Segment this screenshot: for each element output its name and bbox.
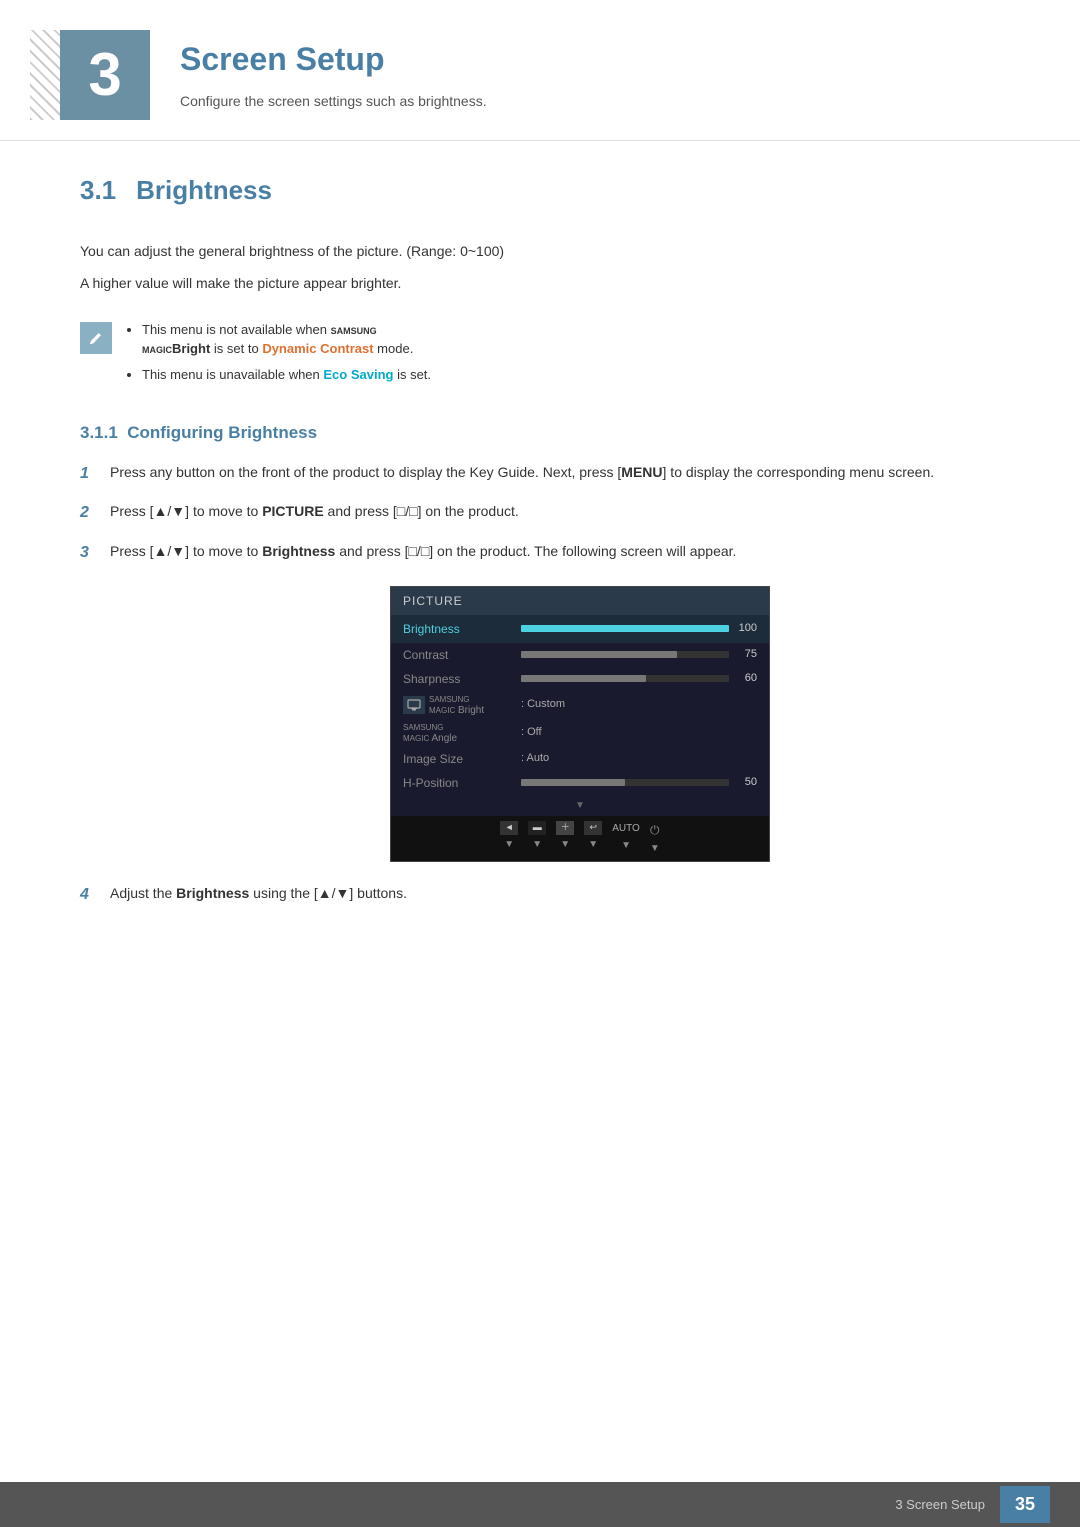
chapter-number: 3 — [88, 45, 121, 105]
section-31-desc2: A higher value will make the picture app… — [80, 272, 1000, 294]
monitor-icon — [407, 698, 421, 712]
menu-row-image-size: Image Size : Auto — [391, 747, 769, 771]
power-icon: ⏻ — [650, 821, 660, 839]
steps-list: 1 Press any button on the front of the p… — [80, 461, 1000, 566]
menu-label-sharpness: Sharpness — [403, 670, 513, 688]
step-4: 4 Adjust the Brightness using the [▲/▼] … — [80, 882, 1000, 908]
menu-bar-num-h-position: 50 — [735, 774, 757, 791]
step-2-text: Press [▲/▼] to move to PICTURE and press… — [110, 500, 1000, 522]
menu-label-magic-bright: SAMSUNGMAGIC Bright — [429, 694, 484, 716]
subsection-311-label: Configuring Brightness — [127, 423, 317, 442]
note-item-2: This menu is unavailable when Eco Saving… — [142, 365, 431, 385]
chapter-number-box: 3 — [60, 30, 150, 120]
step-1-num: 1 — [80, 461, 98, 487]
footer-page-number: 35 — [1000, 1486, 1050, 1523]
menu-bar-bg-contrast — [521, 651, 729, 658]
menu-label-contrast: Contrast — [403, 646, 513, 664]
menu-bar-bg-sharpness — [521, 675, 729, 682]
step-2-num: 2 — [80, 500, 98, 526]
btn-icon-plus: ＋ — [556, 821, 574, 835]
note-box: This menu is not available when SAMSUNGM… — [80, 315, 1000, 396]
note-item-1: This menu is not available when SAMSUNGM… — [142, 320, 431, 359]
btn-label-enter: ▼ — [588, 837, 598, 852]
btn-label-plus: ▼ — [560, 837, 570, 852]
footer-btn-plus: ＋ ▼ — [556, 821, 574, 856]
power-arrow: ▼ — [650, 841, 660, 856]
step-4-num: 4 — [80, 882, 98, 908]
section-31-desc1: You can adjust the general brightness of… — [80, 240, 1000, 262]
menu-bar-num-brightness: 100 — [735, 620, 757, 637]
menu-bar-fill-h-position — [521, 779, 625, 786]
menu-bar-num-contrast: 75 — [735, 646, 757, 663]
picture-menu-header: PICTURE — [391, 587, 769, 615]
menu-row-brightness: Brightness 100 — [391, 615, 769, 643]
chapter-subtitle: Configure the screen settings such as br… — [180, 91, 487, 112]
footer-btn-enter: ↩ ▼ — [584, 821, 602, 856]
menu-bar-fill-sharpness — [521, 675, 646, 682]
auto-arrow: ▼ — [621, 838, 631, 853]
chapter-title: Screen Setup — [180, 35, 487, 83]
scroll-indicator: ▼ — [391, 798, 769, 816]
menu-value-magic-angle: : Off — [521, 724, 542, 741]
footer-btn-power: ⏻ ▼ — [650, 821, 660, 856]
menu-row-contrast: Contrast 75 — [391, 643, 769, 667]
auto-label: AUTO — [612, 821, 640, 836]
btn-label-minus: ▼ — [532, 837, 542, 852]
step-3-text: Press [▲/▼] to move to Brightness and pr… — [110, 540, 1000, 562]
step-4-text: Adjust the Brightness using the [▲/▼] bu… — [110, 882, 1000, 904]
section-31-number: 3.1 — [80, 175, 116, 205]
menu-bar-contrast: 75 — [521, 646, 757, 663]
page-footer: 3 Screen Setup 35 — [0, 1482, 1080, 1527]
step-1: 1 Press any button on the front of the p… — [80, 461, 1000, 487]
menu-bar-fill-contrast — [521, 651, 677, 658]
header-text-block: Screen Setup Configure the screen settin… — [180, 30, 487, 112]
menu-bar-num-sharpness: 60 — [735, 670, 757, 687]
menu-value-magic-bright: : Custom — [521, 696, 565, 713]
menu-row-magic-bright: SAMSUNGMAGIC Bright : Custom — [391, 691, 769, 719]
section-31-label: Brightness — [136, 175, 272, 205]
menu-bar-bg-h-position — [521, 779, 729, 786]
menu-label-brightness: Brightness — [403, 620, 513, 638]
menu-bar-sharpness: 60 — [521, 670, 757, 687]
page-content: 3.1 Brightness You can adjust the general… — [0, 151, 1080, 1001]
btn-icon-enter: ↩ — [584, 821, 602, 835]
menu-row-magic-angle: SAMSUNGMAGIC Angle : Off — [391, 719, 769, 747]
menu-label-magic-angle: SAMSUNGMAGIC Angle — [403, 722, 513, 744]
menu-label-h-position: H-Position — [403, 774, 513, 792]
btn-label-left: ▼ — [504, 837, 514, 852]
subsection-311-title: 3.1.1 Configuring Brightness — [80, 420, 1000, 446]
btn-icon-minus: ▬ — [528, 821, 546, 835]
steps-list-4: 4 Adjust the Brightness using the [▲/▼] … — [80, 882, 1000, 908]
pencil-icon — [87, 329, 105, 347]
menu-label-image-size: Image Size — [403, 750, 513, 768]
menu-bar-fill-brightness — [521, 625, 729, 632]
step-1-text: Press any button on the front of the pro… — [110, 461, 1000, 483]
page-header: 3 Screen Setup Configure the screen sett… — [0, 0, 1080, 141]
step-2: 2 Press [▲/▼] to move to PICTURE and pre… — [80, 500, 1000, 526]
footer-btn-auto: AUTO ▼ — [612, 821, 640, 856]
menu-bar-h-position: 50 — [521, 774, 757, 791]
subsection-311-number: 3.1.1 — [80, 423, 118, 442]
step-3: 3 Press [▲/▼] to move to Brightness and … — [80, 540, 1000, 566]
note-list: This menu is not available when SAMSUNGM… — [127, 320, 431, 391]
menu-row-sharpness: Sharpness 60 — [391, 667, 769, 691]
menu-value-image-size: : Auto — [521, 750, 549, 767]
step-3-num: 3 — [80, 540, 98, 566]
menu-magic-bright-label-wrap: SAMSUNGMAGIC Bright — [403, 694, 513, 716]
menu-bar-bg-brightness — [521, 625, 729, 632]
footer-section-label: 3 Screen Setup — [895, 1495, 985, 1515]
menu-magic-bright-icon — [403, 696, 425, 714]
footer-btn-minus: ▬ ▼ — [528, 821, 546, 856]
picture-menu: PICTURE Brightness 100 Contrast — [390, 586, 770, 862]
menu-row-h-position: H-Position 50 — [391, 771, 769, 798]
btn-icon-left: ◄ — [500, 821, 518, 835]
menu-footer: ◄ ▼ ▬ ▼ ＋ ▼ ↩ ▼ AUTO ▼ — [391, 816, 769, 861]
picture-menu-screenshot: PICTURE Brightness 100 Contrast — [160, 586, 1000, 862]
section-31-title: 3.1 Brightness — [80, 171, 1000, 215]
menu-bar-brightness: 100 — [521, 620, 757, 637]
footer-btn-left: ◄ ▼ — [500, 821, 518, 856]
note-icon — [80, 322, 112, 354]
